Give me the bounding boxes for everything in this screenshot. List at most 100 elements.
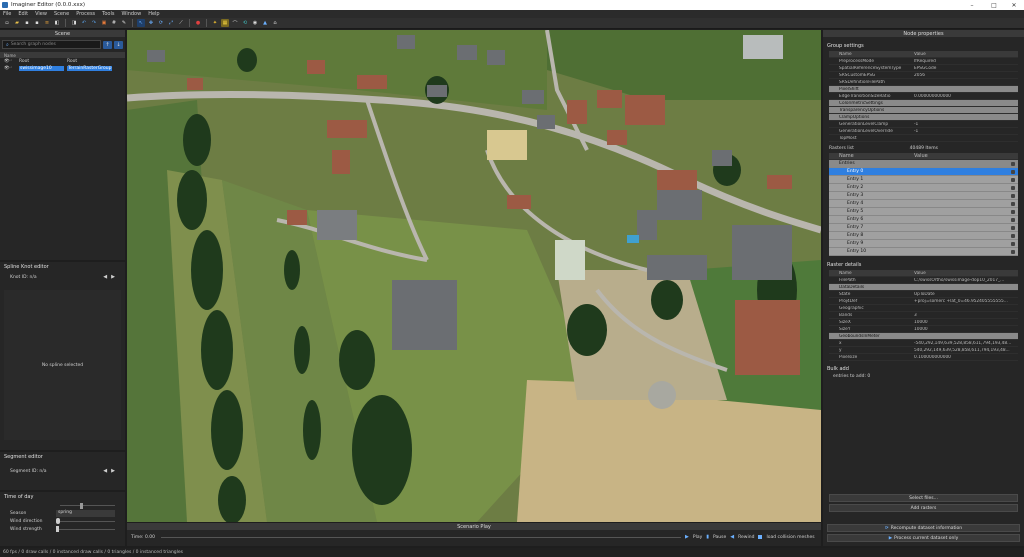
play-button[interactable]: Play xyxy=(693,535,702,540)
property-row[interactable]: x -540,292,149,639,528,858,611,794,193,48… xyxy=(829,340,1018,347)
rewind-icon[interactable]: ◀ xyxy=(730,534,734,540)
property-value[interactable]: C:/swissOrtho/swissimage-dop10_2017_... xyxy=(914,278,1018,283)
menu-file[interactable]: File xyxy=(3,11,11,17)
menu-tools[interactable]: Tools xyxy=(102,11,114,17)
property-group-row[interactable]: ClampOptions xyxy=(829,114,1018,121)
add-rasters-button[interactable]: Add rasters xyxy=(829,504,1018,512)
property-value[interactable]: -540,292,149,639,528,858,611,794,193,48.… xyxy=(914,341,1018,346)
brush-icon[interactable]: ⌒ xyxy=(231,19,239,27)
property-row[interactable]: GenerationLevelOverride -1 xyxy=(829,128,1018,135)
property-value[interactable]: IfRequired xyxy=(914,59,1018,64)
rewind-button[interactable]: Rewind xyxy=(738,535,754,540)
property-group-row[interactable]: PixelShift xyxy=(829,86,1018,93)
property-row[interactable]: SizeY 10000 xyxy=(829,326,1018,333)
raster-entry[interactable]: Entry 8 xyxy=(829,232,1018,240)
scene-tree-row[interactable]: 👁 ◦ swissimage10 TerrainRasterGroup xyxy=(0,65,125,72)
search-input[interactable]: ⌕ Search graph nodes xyxy=(2,40,101,49)
water-icon[interactable]: ▲ xyxy=(261,19,269,27)
lock-icon[interactable]: ◦ xyxy=(10,66,15,71)
property-row[interactable]: SizeX 10000 xyxy=(829,319,1018,326)
property-group-row[interactable]: GeoboundsInMeter xyxy=(829,333,1018,340)
recompute-dataset-button[interactable]: ⟳ Recompute dataset information xyxy=(827,524,1020,532)
import-icon[interactable]: ◧ xyxy=(53,19,61,27)
property-group-row[interactable]: TransparencyOptions xyxy=(829,107,1018,114)
property-value[interactable]: 3 xyxy=(914,313,1018,318)
pause-button[interactable]: Pause xyxy=(713,535,726,540)
property-value[interactable]: 0.000000000000 xyxy=(914,94,1018,99)
property-row[interactable]: TopMost xyxy=(829,135,1018,142)
property-value[interactable]: 10000 xyxy=(914,320,1018,325)
property-value[interactable]: UpToDate xyxy=(914,292,1018,297)
property-row[interactable]: Geographic xyxy=(829,305,1018,312)
chart-icon[interactable]: ▦ xyxy=(221,19,229,27)
save-as-icon[interactable]: ▪ xyxy=(33,19,41,27)
property-value[interactable]: -1 xyxy=(914,122,1018,127)
property-value[interactable]: 540,292,149,639,528,858,611,794,193,48..… xyxy=(914,348,1018,353)
property-value[interactable]: -1 xyxy=(914,129,1018,134)
pin-icon[interactable]: ● xyxy=(194,19,202,27)
pause-icon[interactable]: ▮ xyxy=(706,534,709,540)
property-row[interactable]: FilePath C:/swissOrtho/swissimage-dop10_2… xyxy=(829,277,1018,284)
raster-entry[interactable]: Entry 7 xyxy=(829,224,1018,232)
raster-entry[interactable]: Entry 6 xyxy=(829,216,1018,224)
property-value[interactable]: 2056 xyxy=(914,73,1018,78)
property-row[interactable]: Proj4Def +proj=somerc +lat_0=46.952405555… xyxy=(829,298,1018,305)
redo-icon[interactable]: ↷ xyxy=(90,19,98,27)
sync-icon[interactable]: ⟲ xyxy=(241,19,249,27)
crop-icon[interactable]: ▣ xyxy=(100,19,108,27)
raster-entry[interactable]: Entry 10 xyxy=(829,248,1018,256)
minimize-button[interactable]: – xyxy=(962,0,982,10)
property-row[interactable]: SRSCustomEPSG 2056 xyxy=(829,72,1018,79)
menu-edit[interactable]: Edit xyxy=(18,11,28,17)
raster-entry[interactable]: Entry 5 xyxy=(829,208,1018,216)
raster-entry[interactable]: Entry 0 xyxy=(829,168,1018,176)
move-up-button[interactable]: ↑ xyxy=(103,40,112,49)
close-button[interactable]: ✕ xyxy=(1004,0,1024,10)
property-group-row[interactable]: ColorimetricSettings xyxy=(829,100,1018,107)
scenario-timeline-slider[interactable] xyxy=(161,536,681,538)
time-slider-handle[interactable] xyxy=(80,503,83,509)
raster-entry[interactable]: Entry 9 xyxy=(829,240,1018,248)
process-dataset-button[interactable]: ▶ Process current dataset only xyxy=(827,534,1020,542)
raster-entry[interactable]: Entry 2 xyxy=(829,184,1018,192)
star-icon[interactable]: ✦ xyxy=(211,19,219,27)
property-row[interactable]: State UpToDate xyxy=(829,291,1018,298)
open-folder-icon[interactable]: ▰ xyxy=(13,19,21,27)
load-collision-checkbox[interactable] xyxy=(758,535,763,539)
map-viewport[interactable] xyxy=(127,30,821,522)
scale-icon[interactable]: ⤢ xyxy=(167,19,175,27)
prev-knot-button[interactable]: ◀ xyxy=(103,274,107,280)
camera-icon[interactable]: ◉ xyxy=(251,19,259,27)
select-files-button[interactable]: Select files... xyxy=(829,494,1018,502)
export-icon[interactable]: ◨ xyxy=(70,19,78,27)
menu-help[interactable]: Help xyxy=(148,11,159,17)
new-file-icon[interactable]: ▫ xyxy=(3,19,11,27)
time-slider-track[interactable] xyxy=(60,505,115,506)
property-value[interactable]: EPSGCode xyxy=(914,66,1018,71)
menu-process[interactable]: Process xyxy=(76,11,95,17)
season-select[interactable]: spring xyxy=(56,509,115,517)
lock-icon[interactable]: ◦ xyxy=(10,59,15,64)
next-knot-button[interactable]: ▶ xyxy=(111,274,115,280)
play-icon[interactable]: ▶ xyxy=(685,534,689,540)
wind-strength-slider[interactable] xyxy=(56,526,115,532)
layers-icon[interactable]: ≡ xyxy=(43,19,51,27)
pen-icon[interactable]: ✎ xyxy=(120,19,128,27)
property-value[interactable]: 10000 xyxy=(914,327,1018,332)
raster-entry[interactable]: Entry 3 xyxy=(829,192,1018,200)
undo-icon[interactable]: ↶ xyxy=(80,19,88,27)
entries-group-row[interactable]: Entries xyxy=(829,160,1018,168)
terrain-icon[interactable]: ⌂ xyxy=(271,19,279,27)
property-row[interactable]: SRSDefinitionFilePath xyxy=(829,79,1018,86)
select-icon[interactable]: ↖ xyxy=(137,19,145,27)
measure-icon[interactable]: ⟋ xyxy=(177,19,185,27)
property-value[interactable]: 0.100000000000 xyxy=(914,355,1018,360)
save-icon[interactable]: ▪ xyxy=(23,19,31,27)
raster-entry[interactable]: Entry 1 xyxy=(829,176,1018,184)
raster-entry[interactable]: Entry 4 xyxy=(829,200,1018,208)
prev-segment-button[interactable]: ◀ xyxy=(103,468,107,474)
property-group-row[interactable]: DataDetails xyxy=(829,284,1018,291)
menu-scene[interactable]: Scene xyxy=(54,11,69,17)
scene-tree-row[interactable]: 👁 ◦ Root Root xyxy=(0,58,125,65)
property-row[interactable]: y 540,292,149,639,528,858,611,794,193,48.… xyxy=(829,347,1018,354)
